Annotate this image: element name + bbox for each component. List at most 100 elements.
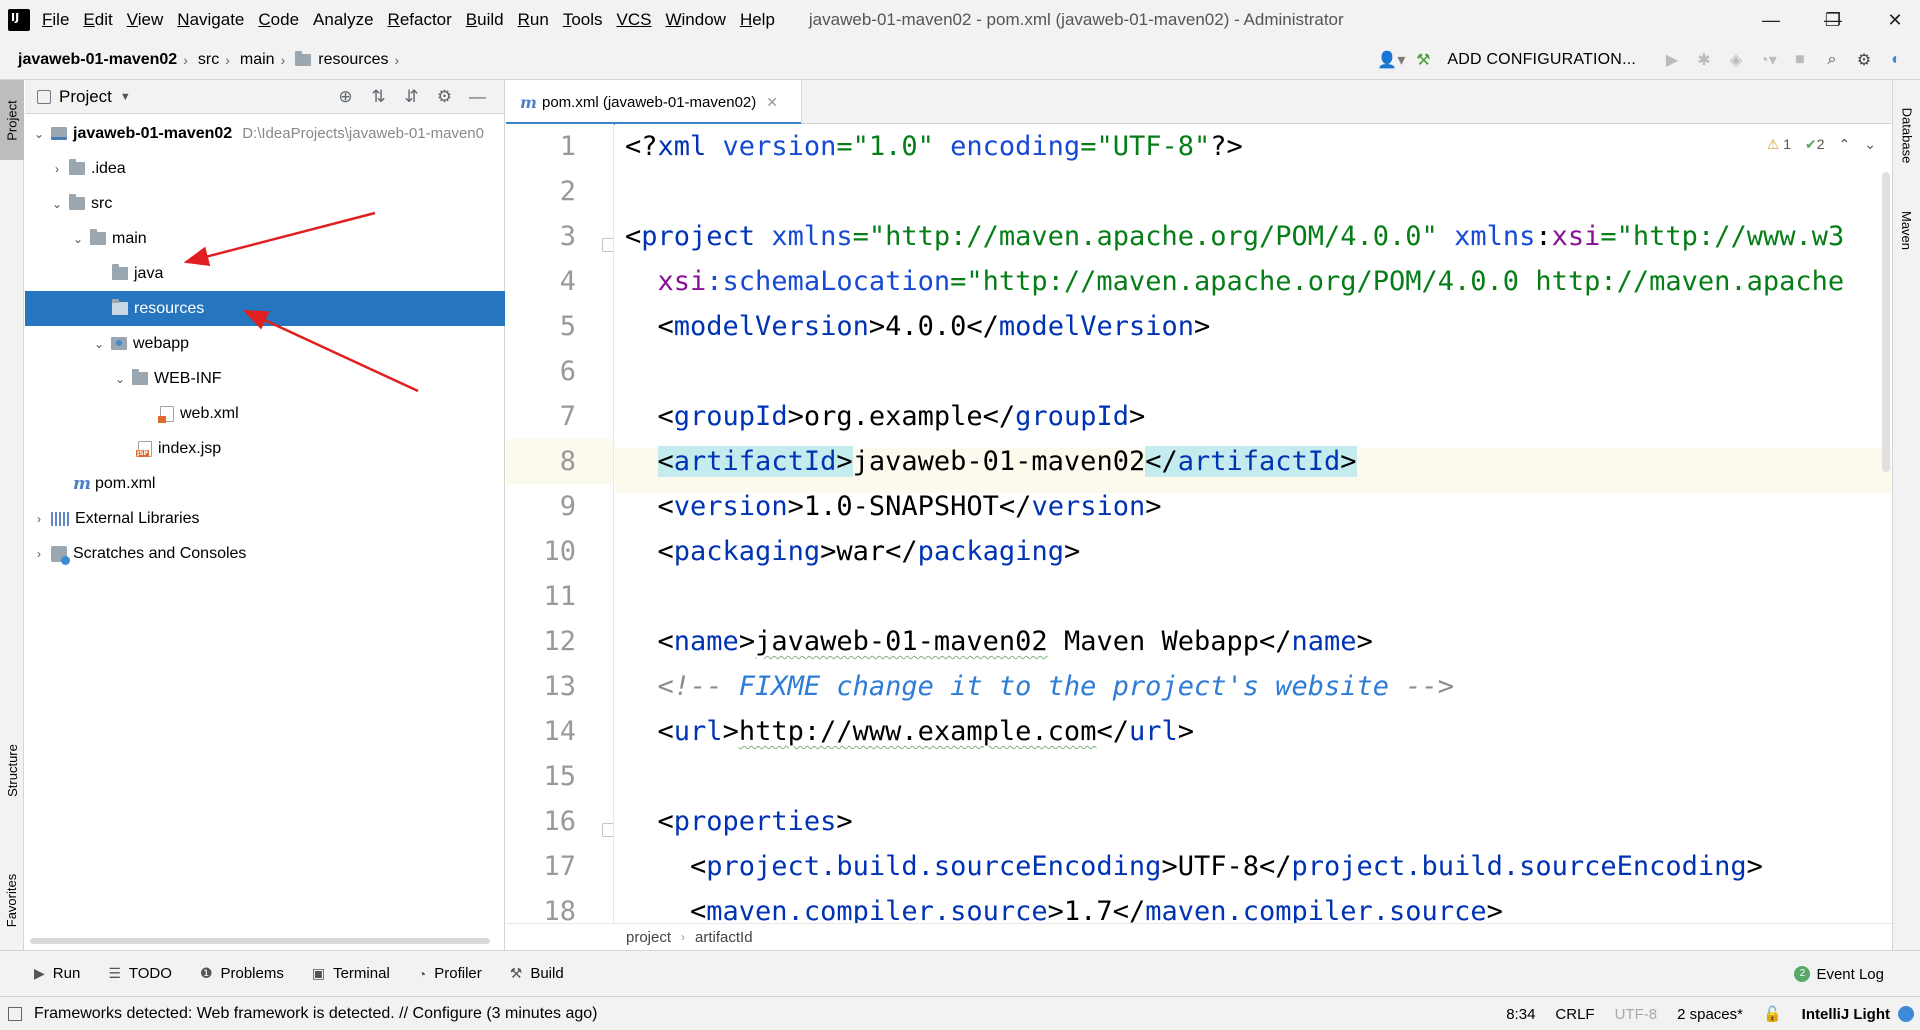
maven-tool-tab[interactable]: Maven [1893,190,1920,270]
menu-window[interactable]: Window [665,10,725,30]
search-icon[interactable]: ⌕ [1818,46,1846,74]
breadcrumb-resources[interactable]: resources [318,51,388,69]
tree-item-pom-xml[interactable]: m pom.xml [25,466,505,501]
tree-item-web-inf[interactable]: ⌄ WEB-INF [25,361,505,396]
menu-view[interactable]: View [127,10,164,30]
tree-item-main[interactable]: ⌄ main [25,221,505,256]
tree-item-web-xml[interactable]: web.xml [25,396,505,431]
inspection-widget[interactable]: ⚠ 1 ✔2 ⌃ ⌄ [1767,136,1876,153]
tree-item-resources[interactable]: resources [25,291,505,326]
project-view-selector[interactable]: Project [59,87,112,107]
breadcrumb-src[interactable]: src [198,51,219,69]
tree-item-webapp[interactable]: ⌄ webapp [25,326,505,361]
fold-marker-icon[interactable] [602,238,613,252]
menu-run[interactable]: Run [518,10,549,30]
menu-vcs[interactable]: VCS [617,10,652,30]
panel-settings-gear-icon[interactable]: ⚙ [428,87,461,107]
tree-item-external-libraries[interactable]: › External Libraries [25,501,505,536]
ok-count[interactable]: ✔2 [1805,136,1825,153]
breadcrumb-artifactid-tag[interactable]: artifactId [695,929,753,946]
caret-position[interactable]: 8:34 [1506,1006,1535,1023]
menu-analyze[interactable]: Analyze [313,10,373,30]
chevron-up-icon[interactable]: ⌃ [1839,136,1851,153]
folder-icon [132,369,148,385]
build-hammer-icon[interactable]: ⚒ [1409,46,1437,74]
terminal-tool-button[interactable]: ▣ Terminal [312,965,390,982]
tree-item-idea[interactable]: › .idea [25,151,505,186]
coverage-icon[interactable]: ◈ [1722,46,1750,74]
menu-tools[interactable]: Tools [563,10,603,30]
chevron-down-icon[interactable]: ▼ [120,91,131,103]
warning-count[interactable]: ⚠ 1 [1767,136,1791,153]
chevron-down-icon[interactable]: ⌄ [1864,136,1876,153]
project-tool-tab[interactable]: Project [0,80,24,160]
debug-icon[interactable]: ✱ [1690,46,1718,74]
indent-setting[interactable]: 2 spaces* [1677,1006,1743,1023]
hide-panel-icon[interactable]: — [461,87,494,107]
breadcrumb-project-tag[interactable]: project [626,929,671,946]
problems-icon: ❶ [199,965,213,981]
settings-gear-icon[interactable]: ⚙ [1850,46,1878,74]
expand-all-icon[interactable]: ⇅ [362,87,395,107]
horizontal-scrollbar[interactable] [30,938,490,944]
chevron-down-icon[interactable]: ⌄ [31,127,47,141]
breadcrumb-main[interactable]: main [240,51,275,69]
toggle-tool-windows-icon[interactable] [8,1006,22,1021]
todo-tool-button[interactable]: ☰ TODO [108,965,172,982]
profiler-tool-button[interactable]: ◔ Profiler [418,965,482,982]
menu-build[interactable]: Build [466,10,504,30]
tree-item-project-root[interactable]: ⌄ javaweb-01-maven02 D:\IdeaProjects\jav… [25,116,505,151]
close-window-button[interactable]: ✕ [1864,0,1920,40]
fold-marker-icon[interactable] [602,823,613,837]
user-account-icon[interactable]: 👤▾ [1377,46,1405,74]
add-configuration-button[interactable]: ADD CONFIGURATION... [1447,51,1636,69]
line-number: 13 [543,671,576,702]
run-icon[interactable]: ▶ [1658,46,1686,74]
favorites-tool-tab[interactable]: Favorites [0,855,24,945]
profile-icon[interactable]: ◔▾ [1754,46,1782,74]
menu-code[interactable]: Code [258,10,299,30]
build-tool-button[interactable]: ⚒ Build [510,965,564,982]
theme-indicator[interactable]: IntelliJ Light [1802,1006,1890,1023]
event-log-button[interactable]: 2 Event Log [1794,951,1884,997]
breadcrumb-project[interactable]: javaweb-01-maven02 [18,51,177,69]
locate-target-icon[interactable]: ⊕ [329,87,362,107]
line-number: 14 [543,716,576,747]
vertical-scrollbar[interactable] [1882,172,1890,472]
menu-help[interactable]: Help [740,10,775,30]
tree-item-index-jsp[interactable]: index.jsp [25,431,505,466]
menu-file[interactable]: File [42,10,69,30]
problems-tool-button[interactable]: ❶ Problems [200,965,284,982]
tree-item-java[interactable]: java [25,256,505,291]
code-line-3: <project xmlns="http://maven.apache.org/… [625,221,1845,252]
status-message[interactable]: Frameworks detected: Web framework is de… [34,1005,598,1023]
collapse-all-icon[interactable]: ⇵ [395,87,428,107]
chevron-right-icon[interactable]: › [31,547,47,561]
code-editor[interactable]: <?xml version="1.0" encoding="UTF-8"?> <… [615,124,1892,923]
line-separator[interactable]: CRLF [1555,1006,1594,1023]
tab-pom-xml[interactable]: m pom.xml (javaweb-01-maven02) ✕ [506,80,802,125]
chevron-right-icon[interactable]: › [31,512,47,526]
restore-button[interactable]: ❐ [1802,0,1864,40]
notifications-icon[interactable] [1898,1006,1914,1022]
chevron-down-icon[interactable]: ⌄ [49,197,65,211]
toolbox-icon[interactable]: ◐ [1882,46,1910,74]
menu-navigate[interactable]: Navigate [177,10,244,30]
database-tool-tab[interactable]: Database [1893,90,1920,180]
chevron-down-icon[interactable]: ⌄ [112,372,128,386]
lock-icon[interactable]: 🔓 [1763,1005,1782,1023]
chevron-down-icon[interactable]: ⌄ [91,337,107,351]
minimize-button[interactable]: — [1740,0,1802,40]
chevron-down-icon[interactable]: ⌄ [70,232,86,246]
xml-file-icon [158,405,174,423]
tree-item-src[interactable]: ⌄ src [25,186,505,221]
menu-edit[interactable]: Edit [83,10,112,30]
stop-icon[interactable]: ■ [1786,46,1814,74]
run-tool-button[interactable]: ▶ Run [34,965,80,982]
menu-refactor[interactable]: Refactor [388,10,452,30]
structure-tool-tab[interactable]: Structure [0,720,24,820]
tree-item-scratches[interactable]: › Scratches and Consoles [25,536,505,571]
chevron-right-icon[interactable]: › [49,162,65,176]
close-tab-icon[interactable]: ✕ [766,94,778,111]
file-encoding[interactable]: UTF-8 [1615,1006,1658,1023]
